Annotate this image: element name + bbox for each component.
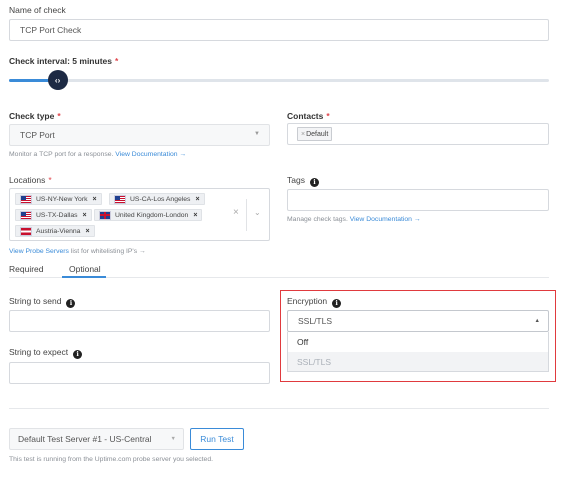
test-server-value: Default Test Server #1 - US-Central bbox=[18, 434, 152, 444]
required-asterisk: * bbox=[57, 111, 61, 121]
location-tag-label: United Kingdom-London bbox=[115, 211, 189, 219]
clear-locations-icon[interactable]: × bbox=[233, 207, 239, 218]
contacts-text: Contacts bbox=[287, 111, 324, 121]
probe-servers-help: View Probe Servers list for whitelisting… bbox=[9, 248, 146, 255]
test-server-select[interactable]: Default Test Server #1 - US-Central ▼ bbox=[9, 428, 184, 450]
required-asterisk: * bbox=[48, 175, 52, 185]
name-of-check-label: Name of check bbox=[9, 5, 66, 15]
divider bbox=[246, 199, 247, 231]
tags-docs-link[interactable]: View Documentation → bbox=[350, 216, 421, 223]
info-icon: i bbox=[66, 298, 76, 308]
location-tag[interactable]: Austria-Vienna × bbox=[15, 225, 95, 237]
string-to-send-input[interactable] bbox=[9, 310, 270, 332]
encryption-select[interactable]: SSL/TLS ▲ bbox=[287, 310, 549, 332]
locations-multiselect[interactable]: US-NY-New York × US-CA-Los Angeles × US-TX… bbox=[9, 188, 270, 241]
run-test-button[interactable]: Run Test bbox=[190, 428, 244, 450]
tags-text: Tags bbox=[287, 175, 305, 185]
check-type-text: Check type bbox=[9, 111, 55, 121]
tags-input[interactable] bbox=[287, 189, 549, 211]
active-tab-indicator bbox=[62, 276, 106, 278]
remove-location-icon[interactable]: × bbox=[193, 212, 197, 219]
remove-location-icon[interactable]: × bbox=[93, 196, 97, 203]
contacts-input[interactable]: × Default bbox=[287, 123, 549, 145]
location-tag[interactable]: US-NY-New York × bbox=[15, 193, 102, 205]
check-type-label: Check type * bbox=[9, 111, 61, 121]
us-flag-icon bbox=[114, 194, 126, 204]
remove-location-icon[interactable]: × bbox=[83, 212, 87, 219]
contact-tag[interactable]: × Default bbox=[297, 127, 333, 141]
caret-down-icon: ▼ bbox=[170, 436, 176, 442]
us-flag-icon bbox=[20, 194, 32, 204]
caret-down-icon: ▼ bbox=[254, 131, 260, 137]
remove-location-icon[interactable]: × bbox=[195, 196, 199, 203]
check-type-help: Monitor a TCP port for a response. View … bbox=[9, 151, 186, 158]
string-to-expect-label: String to expect i bbox=[9, 347, 83, 359]
name-of-check-value: TCP Port Check bbox=[20, 25, 82, 35]
location-tag-label: Austria-Vienna bbox=[36, 227, 81, 235]
view-probe-servers-link[interactable]: View Probe Servers bbox=[9, 248, 69, 255]
string-to-send-label: String to send i bbox=[9, 296, 76, 308]
tags-help: Manage check tags. View Documentation → bbox=[287, 216, 421, 223]
check-interval-text: Check interval: 5 minutes bbox=[9, 56, 112, 66]
encryption-option-off[interactable]: Off bbox=[288, 332, 548, 352]
string-to-send-text: String to send bbox=[9, 296, 62, 306]
required-asterisk: * bbox=[326, 111, 330, 121]
name-of-check-input[interactable]: TCP Port Check bbox=[9, 19, 549, 41]
info-icon: i bbox=[332, 298, 342, 308]
tags-label: Tags i bbox=[287, 175, 319, 187]
tab-required-label: Required bbox=[9, 264, 44, 274]
location-tag[interactable]: United Kingdom-London × bbox=[94, 209, 203, 221]
location-tag-label: US-TX-Dallas bbox=[36, 211, 78, 219]
location-tag[interactable]: US-CA-Los Angeles × bbox=[109, 193, 205, 205]
chevron-down-icon[interactable]: ⌄ bbox=[254, 208, 261, 217]
encryption-option-ssl-tls[interactable]: SSL/TLS bbox=[288, 352, 548, 371]
tab-optional-label: Optional bbox=[69, 264, 101, 274]
run-test-label: Run Test bbox=[200, 434, 234, 444]
tags-help-text: Manage check tags. bbox=[287, 216, 348, 223]
check-type-docs-link[interactable]: View Documentation → bbox=[115, 151, 186, 158]
encryption-selected-value: SSL/TLS bbox=[298, 316, 333, 326]
location-tag-label: US-NY-New York bbox=[36, 195, 88, 203]
test-help: This test is running from the Uptime.com… bbox=[9, 456, 213, 463]
remove-contact-icon[interactable]: × bbox=[301, 131, 305, 138]
probe-servers-help-text: list for whitelisting IP's → bbox=[70, 248, 146, 255]
uk-flag-icon bbox=[99, 210, 111, 220]
us-flag-icon bbox=[20, 210, 32, 220]
check-interval-label: Check interval: 5 minutes * bbox=[9, 56, 118, 66]
check-type-select[interactable]: TCP Port ▼ bbox=[9, 124, 270, 146]
contacts-label: Contacts * bbox=[287, 111, 330, 121]
info-icon: i bbox=[73, 349, 83, 359]
required-asterisk: * bbox=[114, 56, 119, 66]
location-tag[interactable]: US-TX-Dallas × bbox=[15, 209, 92, 221]
encryption-label: Encryption i bbox=[287, 296, 342, 308]
info-icon: i bbox=[309, 177, 319, 187]
string-to-expect-input[interactable] bbox=[9, 362, 270, 384]
drag-arrows-icon: ‹› bbox=[54, 75, 61, 85]
interval-slider-handle[interactable]: ‹› bbox=[47, 70, 68, 90]
interval-slider-track[interactable] bbox=[9, 79, 549, 82]
locations-text: Locations bbox=[9, 175, 46, 185]
section-divider bbox=[9, 408, 549, 409]
locations-label: Locations * bbox=[9, 175, 52, 185]
location-tag-label: US-CA-Los Angeles bbox=[130, 195, 191, 203]
remove-location-icon[interactable]: × bbox=[85, 228, 89, 235]
check-type-value: TCP Port bbox=[20, 130, 55, 140]
tab-required[interactable]: Required bbox=[9, 264, 44, 274]
string-to-expect-text: String to expect bbox=[9, 347, 69, 357]
caret-up-icon: ▲ bbox=[534, 318, 540, 324]
encryption-dropdown: Off SSL/TLS bbox=[287, 332, 549, 372]
austria-flag-icon bbox=[20, 226, 32, 236]
contact-tag-label: Default bbox=[306, 130, 329, 138]
tab-optional[interactable]: Optional bbox=[69, 264, 101, 274]
check-type-help-text: Monitor a TCP port for a response. bbox=[9, 151, 114, 158]
encryption-text: Encryption bbox=[287, 296, 328, 306]
